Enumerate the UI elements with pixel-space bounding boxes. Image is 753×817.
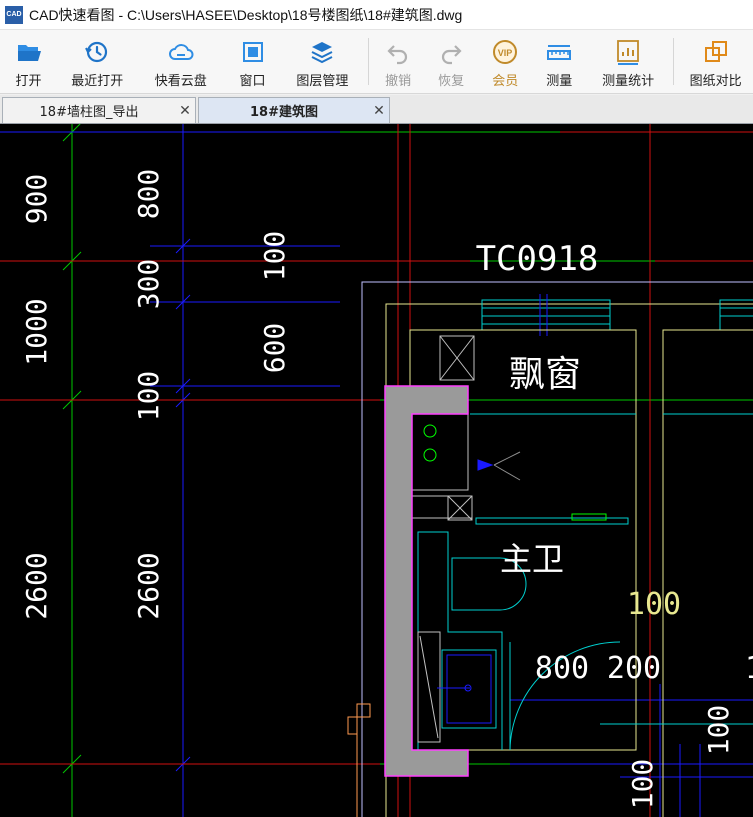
open-label: 打开 — [15, 74, 42, 89]
dim-300: 300 — [132, 259, 165, 310]
dim-800: 800 — [132, 169, 165, 220]
redo-button[interactable]: 恢复 — [424, 30, 479, 93]
dim-1-partial: 1 — [745, 651, 753, 686]
window-title: CAD快速看图 - C:\Users\HASEE\Desktop\18号楼图纸\… — [29, 6, 463, 23]
layers-icon — [311, 42, 333, 64]
wall — [384, 385, 469, 777]
open-button[interactable]: 打开 — [0, 30, 57, 93]
undo-button[interactable]: 撤销 — [373, 30, 424, 93]
dimension-texts: 900 800 300 100 1000 600 100 2600 2600 1… — [20, 169, 735, 810]
cloud-label: 快看云盘 — [154, 74, 207, 89]
measure-stats-button[interactable]: 测量统计 — [587, 30, 670, 93]
layers-label: 图层管理 — [296, 74, 349, 89]
cloud-button[interactable]: 快看云盘 — [138, 30, 224, 93]
red-grid-lines — [0, 124, 753, 817]
toolbar: 打开 最近打开 快看云盘 窗口 图层管理 撤销 恢复 VIP 会员 测量 测量统… — [0, 30, 753, 94]
vip-badge-icon: VIP — [493, 40, 518, 64]
title-bar: CAD CAD快速看图 - C:\Users\HASEE\Desktop\18号… — [0, 0, 753, 30]
horizontal-dimension-texts: 100 800 200 1 — [535, 587, 753, 686]
dim-800-door: 800 — [535, 651, 589, 686]
dim-2600-right: 2600 — [132, 552, 165, 619]
ruler-icon — [547, 45, 572, 60]
measure-stats-label: 测量统计 — [602, 74, 655, 89]
recent-label: 最近打开 — [71, 74, 124, 89]
dim-100-mid: 100 — [132, 371, 165, 422]
undo-label: 撤销 — [385, 74, 412, 89]
dim-100-top: 100 — [258, 231, 291, 282]
vip-label: 会员 — [492, 74, 519, 89]
window-icon — [242, 42, 263, 62]
bay-window-label: 飘窗 — [509, 354, 581, 395]
redo-label: 恢复 — [438, 74, 465, 89]
drawing-canvas[interactable]: 900 800 300 100 1000 600 100 2600 2600 1… — [0, 124, 753, 817]
tab-architecture[interactable]: 18#建筑图 ✕ — [198, 97, 390, 123]
window-label: 窗口 — [239, 74, 266, 89]
bathroom-label: 主卫 — [500, 540, 564, 578]
close-icon[interactable]: ✕ — [175, 103, 195, 119]
dim-100-right: 100 — [702, 705, 735, 756]
layers-button[interactable]: 图层管理 — [281, 30, 364, 93]
toolbar-divider — [673, 38, 675, 85]
compare-label: 图纸对比 — [689, 74, 742, 89]
dim-900: 900 — [20, 174, 53, 225]
document-tab-bar: 18#墙柱图_导出 ✕ 18#建筑图 ✕ — [0, 95, 753, 124]
history-icon — [85, 41, 108, 63]
dim-100-bottom: 100 — [626, 759, 659, 810]
window-code-label: TC0918 — [476, 239, 599, 279]
dim-100-yellow: 100 — [627, 587, 681, 622]
toolbar-divider — [367, 38, 369, 85]
folder-open-icon — [17, 45, 41, 61]
stats-icon — [617, 40, 639, 65]
dim-600: 600 — [258, 323, 291, 374]
recent-button[interactable]: 最近打开 — [57, 30, 138, 93]
compare-button[interactable]: 图纸对比 — [678, 30, 753, 93]
app-logo-icon: CAD — [5, 5, 23, 24]
measure-label: 测量 — [546, 74, 573, 89]
close-icon[interactable]: ✕ — [369, 103, 389, 119]
dim-200: 200 — [607, 651, 661, 686]
dimension-lines — [0, 124, 753, 817]
compare-icon — [704, 41, 727, 62]
svg-text:VIP: VIP — [498, 48, 513, 58]
window-button[interactable]: 窗口 — [224, 30, 281, 93]
tab-label: 18#墙柱图_导出 — [39, 105, 139, 120]
measure-button[interactable]: 测量 — [532, 30, 587, 93]
dim-2600-left: 2600 — [20, 552, 53, 619]
vip-button[interactable]: VIP 会员 — [479, 30, 532, 93]
dim-1000: 1000 — [20, 298, 53, 365]
tab-wall-column[interactable]: 18#墙柱图_导出 ✕ — [2, 97, 196, 123]
tab-label: 18#建筑图 — [250, 105, 318, 120]
cloud-icon — [168, 44, 194, 60]
cad-drawing[interactable]: 900 800 300 100 1000 600 100 2600 2600 1… — [0, 124, 753, 817]
undo-icon — [387, 45, 408, 65]
axis-lines — [0, 124, 753, 817]
redo-icon — [442, 45, 462, 65]
